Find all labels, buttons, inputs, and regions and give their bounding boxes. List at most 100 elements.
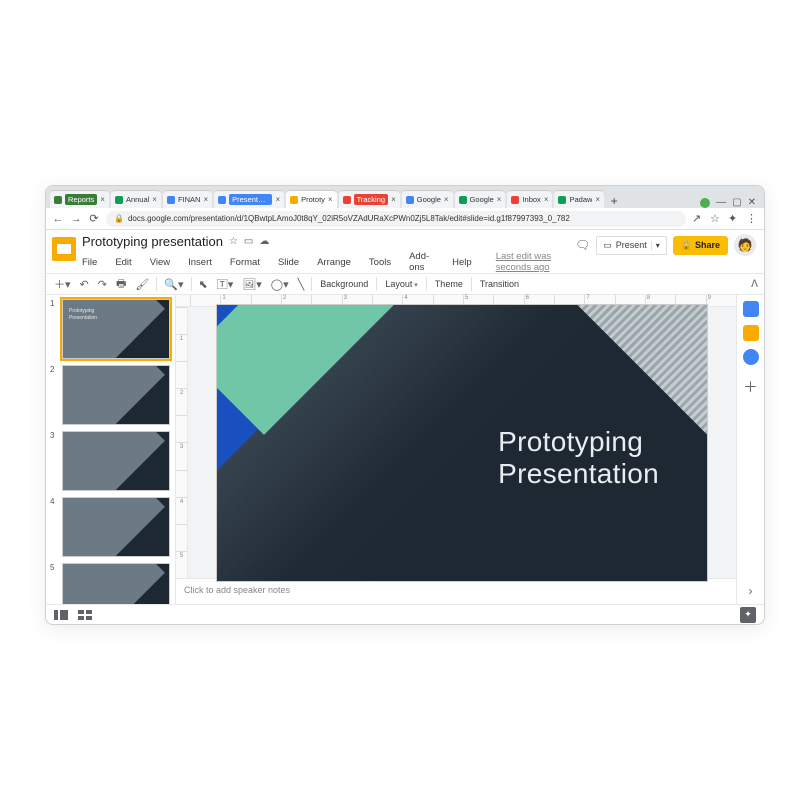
slide-thumbnail[interactable]: 3: [50, 431, 171, 491]
filmstrip-view-icon[interactable]: [54, 610, 68, 620]
browser-tab[interactable]: FINAN×: [163, 190, 212, 208]
tab-close-icon[interactable]: ×: [203, 195, 208, 204]
tab-favicon-icon: [459, 196, 467, 204]
browser-tab[interactable]: Presentations×: [214, 190, 284, 208]
layout-button[interactable]: Layout: [382, 279, 421, 289]
background-button[interactable]: Background: [317, 279, 371, 289]
tab-close-icon[interactable]: ×: [152, 195, 157, 204]
menu-insert[interactable]: Insert: [188, 257, 212, 268]
tab-favicon-icon: [343, 196, 351, 204]
keep-addon-icon[interactable]: [743, 325, 759, 341]
slide-thumbnail[interactable]: 2: [50, 365, 171, 425]
present-button[interactable]: ▭ Present ▾: [596, 236, 667, 255]
tab-close-icon[interactable]: ×: [544, 195, 549, 204]
transition-button[interactable]: Transition: [477, 279, 522, 289]
addons-plus-icon[interactable]: ＋: [744, 377, 758, 397]
window-minimize-icon[interactable]: —: [716, 197, 726, 208]
collapse-side-panel-icon[interactable]: ›: [749, 584, 753, 598]
slide-thumbnail[interactable]: 5: [50, 563, 171, 604]
open-external-icon[interactable]: ↗: [692, 212, 704, 225]
calendar-addon-icon[interactable]: [743, 301, 759, 317]
browser-tab[interactable]: Google×: [402, 190, 453, 208]
last-edit-status[interactable]: Last edit was seconds ago: [496, 251, 575, 273]
nav-back-icon[interactable]: ←: [52, 213, 64, 225]
textbox-tool-icon[interactable]: 🅃▾: [215, 276, 236, 292]
menu-arrange[interactable]: Arrange: [317, 257, 351, 268]
menu-slide[interactable]: Slide: [278, 257, 299, 268]
undo-button[interactable]: ↶: [78, 278, 91, 291]
new-tab-button[interactable]: +: [606, 194, 622, 208]
collapse-toolbar-icon[interactable]: ᐱ: [751, 279, 758, 290]
tab-close-icon[interactable]: ×: [497, 195, 502, 204]
menu-edit[interactable]: Edit: [115, 257, 131, 268]
redo-button[interactable]: ↷: [96, 278, 109, 291]
account-avatar[interactable]: 🧑: [734, 234, 756, 256]
bottom-bar: ✦: [46, 604, 764, 624]
nav-reload-icon[interactable]: ⟳: [88, 212, 100, 225]
browser-tab[interactable]: Google×: [455, 190, 506, 208]
image-tool-icon[interactable]: 🖼▾: [240, 278, 264, 291]
tab-close-icon[interactable]: ×: [444, 195, 449, 204]
new-slide-button[interactable]: ＋▾: [52, 276, 73, 292]
explore-button[interactable]: ✦: [740, 607, 756, 623]
tab-label: Annual: [126, 195, 149, 204]
thumbnail-preview[interactable]: [62, 497, 170, 557]
browser-tab[interactable]: Prototy×: [286, 190, 336, 208]
share-button[interactable]: 🔒 Share: [673, 236, 728, 255]
slide-thumbnail[interactable]: 1Prototyping Presentation: [50, 299, 171, 359]
nav-forward-icon[interactable]: →: [70, 213, 82, 225]
thumbnail-preview[interactable]: [62, 563, 170, 604]
account-indicator[interactable]: [700, 198, 710, 208]
paint-format-button[interactable]: 🖌: [133, 278, 151, 291]
menu-view[interactable]: View: [150, 257, 170, 268]
present-dropdown-icon[interactable]: ▾: [651, 241, 660, 250]
thumbnail-preview[interactable]: [62, 431, 170, 491]
browser-tab[interactable]: Inbox×: [507, 190, 552, 208]
shape-tool-icon[interactable]: ◯▾: [269, 278, 291, 291]
star-icon[interactable]: ☆: [229, 236, 238, 247]
extensions-icon[interactable]: ✦: [728, 212, 740, 225]
slide-canvas[interactable]: Prototyping Presentation: [217, 305, 707, 581]
url-input[interactable]: 🔒 docs.google.com/presentation/d/1QBwtpL…: [106, 211, 686, 227]
grid-view-icon[interactable]: [78, 610, 92, 620]
move-icon[interactable]: ▭: [244, 236, 253, 247]
theme-button[interactable]: Theme: [432, 279, 466, 289]
tab-close-icon[interactable]: ×: [595, 195, 600, 204]
slide-thumbnail[interactable]: 4: [50, 497, 171, 557]
window-controls: — ▢ ✕: [700, 197, 760, 208]
browser-tab[interactable]: Annual×: [111, 190, 161, 208]
tab-close-icon[interactable]: ×: [328, 195, 333, 204]
thumbnail-preview[interactable]: [62, 365, 170, 425]
browser-tab[interactable]: Reports×: [50, 190, 109, 208]
menu-tools[interactable]: Tools: [369, 257, 391, 268]
menu-file[interactable]: File: [82, 257, 97, 268]
document-title[interactable]: Prototyping presentation: [82, 234, 223, 249]
slide-stage[interactable]: Prototyping Presentation: [188, 307, 736, 578]
cloud-status-icon[interactable]: ☁: [259, 236, 269, 247]
browser-menu-icon[interactable]: ⋮: [746, 212, 758, 225]
print-button[interactable]: 🖶: [114, 275, 128, 294]
tab-favicon-icon: [290, 196, 298, 204]
menu-add-ons[interactable]: Add-ons: [409, 251, 434, 273]
window-maximize-icon[interactable]: ▢: [732, 197, 741, 208]
line-tool-icon[interactable]: ╲: [296, 278, 307, 291]
window-close-icon[interactable]: ✕: [748, 197, 756, 208]
tab-label: FINAN: [178, 195, 201, 204]
slide-filmstrip[interactable]: 1Prototyping Presentation23456: [46, 295, 176, 604]
zoom-button[interactable]: 🔍▾: [162, 278, 185, 291]
speaker-notes-input[interactable]: Click to add speaker notes: [176, 578, 736, 604]
select-tool-icon[interactable]: ⬉: [197, 278, 210, 291]
tasks-addon-icon[interactable]: [743, 349, 759, 365]
tab-close-icon[interactable]: ×: [391, 195, 396, 204]
tab-close-icon[interactable]: ×: [275, 195, 280, 204]
slides-logo-icon[interactable]: [52, 237, 76, 261]
menu-format[interactable]: Format: [230, 257, 260, 268]
browser-tab[interactable]: Tracking×: [339, 190, 400, 208]
menu-help[interactable]: Help: [452, 257, 472, 268]
tab-close-icon[interactable]: ×: [100, 195, 105, 204]
comments-icon[interactable]: 🗨: [575, 238, 590, 252]
bookmark-icon[interactable]: ☆: [710, 212, 722, 225]
slide-title-text[interactable]: Prototyping Presentation: [498, 426, 659, 490]
browser-tab[interactable]: Padaw×: [554, 190, 604, 208]
thumbnail-preview[interactable]: Prototyping Presentation: [62, 299, 170, 359]
